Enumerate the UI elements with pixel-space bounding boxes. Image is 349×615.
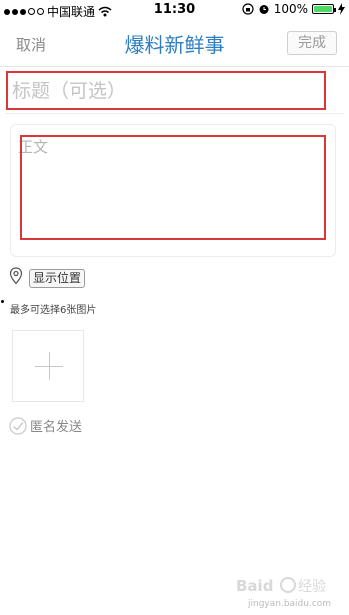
done-button[interactable]: 完成 <box>287 31 337 55</box>
add-photo-button[interactable] <box>12 330 84 402</box>
battery-icon <box>312 4 336 14</box>
body-textarea[interactable] <box>20 135 326 240</box>
check-circle-icon <box>9 416 27 435</box>
title-field <box>6 71 326 110</box>
divider <box>6 113 344 114</box>
anonymous-label: 匿名发送 <box>30 420 83 435</box>
status-bar: 中国联通 11:30 100% <box>0 0 349 20</box>
battery-percent: 100% <box>273 2 308 16</box>
watermark-url: jingyan.baidu.com <box>248 599 332 609</box>
charging-bolt-icon <box>338 3 345 15</box>
status-right: 100% <box>242 2 345 16</box>
nav-bar: 取消 爆料新鲜事 完成 <box>0 20 349 67</box>
anonymous-toggle[interactable]: 匿名发送 <box>9 416 82 435</box>
title-input[interactable] <box>8 73 324 108</box>
svg-text:Baid: Baid <box>236 577 273 595</box>
battery-fill <box>314 6 332 12</box>
alarm-icon <box>259 5 269 14</box>
show-location-button[interactable]: 显示位置 <box>29 269 86 288</box>
svg-text:经验: 经验 <box>298 579 326 595</box>
location-pin-icon[interactable] <box>9 267 23 285</box>
bullet <box>1 300 4 303</box>
orientation-lock-icon <box>242 3 254 15</box>
photo-limit-hint: 最多可选择6张图片 <box>10 305 97 316</box>
